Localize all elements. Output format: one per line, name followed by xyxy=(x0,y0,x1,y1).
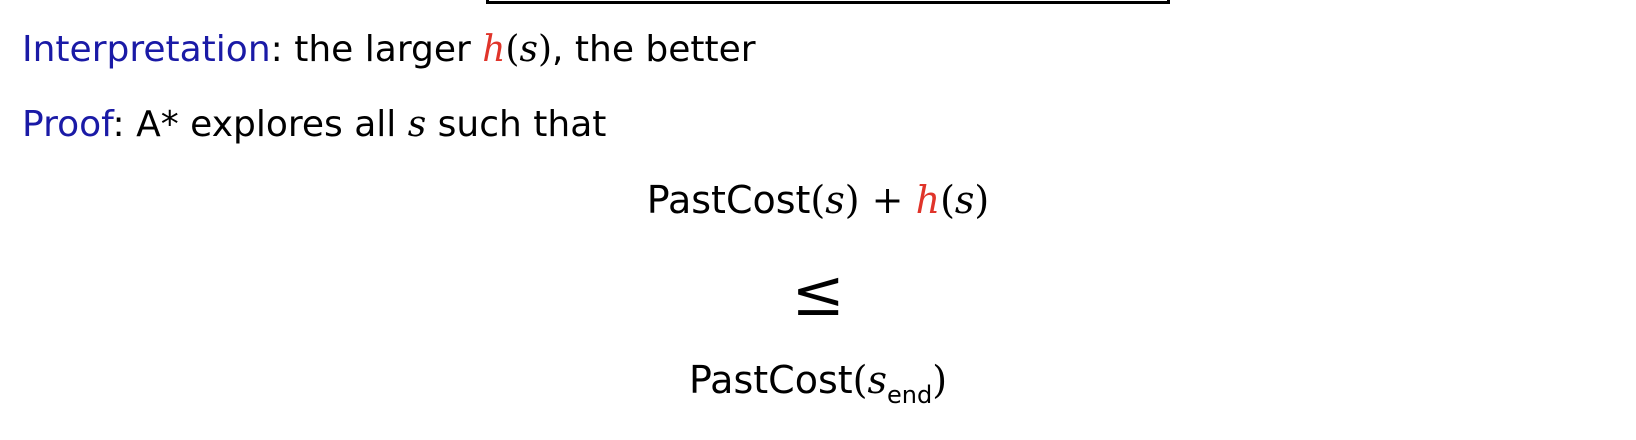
rhs-pastcost: PastCost xyxy=(688,358,853,402)
lhs-plus: + xyxy=(859,178,916,222)
equation-rhs: PastCost(send) xyxy=(0,356,1636,409)
equation-lhs: PastCost(s) + h(s) xyxy=(0,176,1636,224)
interpretation-line: Interpretation: the larger h(s), the bet… xyxy=(22,28,756,72)
equation-relation: ≤ xyxy=(0,262,1636,326)
leq-symbol: ≤ xyxy=(791,257,845,331)
proof-line: Proof: A* explores all s such that xyxy=(22,103,606,147)
rhs-subscript-end: end xyxy=(886,381,933,409)
proof-keyword: Proof xyxy=(22,104,113,145)
interpretation-rest: , the better xyxy=(552,29,756,70)
proof-sep: : A* explores all xyxy=(112,104,408,145)
lhs-h-arg: (s) xyxy=(940,178,990,222)
lhs-pastcost: PastCost xyxy=(646,178,811,222)
rhs-close: ) xyxy=(932,358,948,402)
heuristic-arg: (s) xyxy=(505,29,552,70)
proof-var-s: s xyxy=(407,104,427,145)
lhs-arg: (s) xyxy=(810,178,860,222)
heuristic-h: h xyxy=(482,29,506,70)
framed-box-bottom-edge xyxy=(486,0,1170,4)
interpretation-sep: : the larger xyxy=(270,29,483,70)
proof-rest: such that xyxy=(426,104,607,145)
rhs-open: (s xyxy=(852,358,887,402)
lhs-heuristic-h: h xyxy=(915,178,941,222)
interpretation-keyword: Interpretation xyxy=(22,29,271,70)
